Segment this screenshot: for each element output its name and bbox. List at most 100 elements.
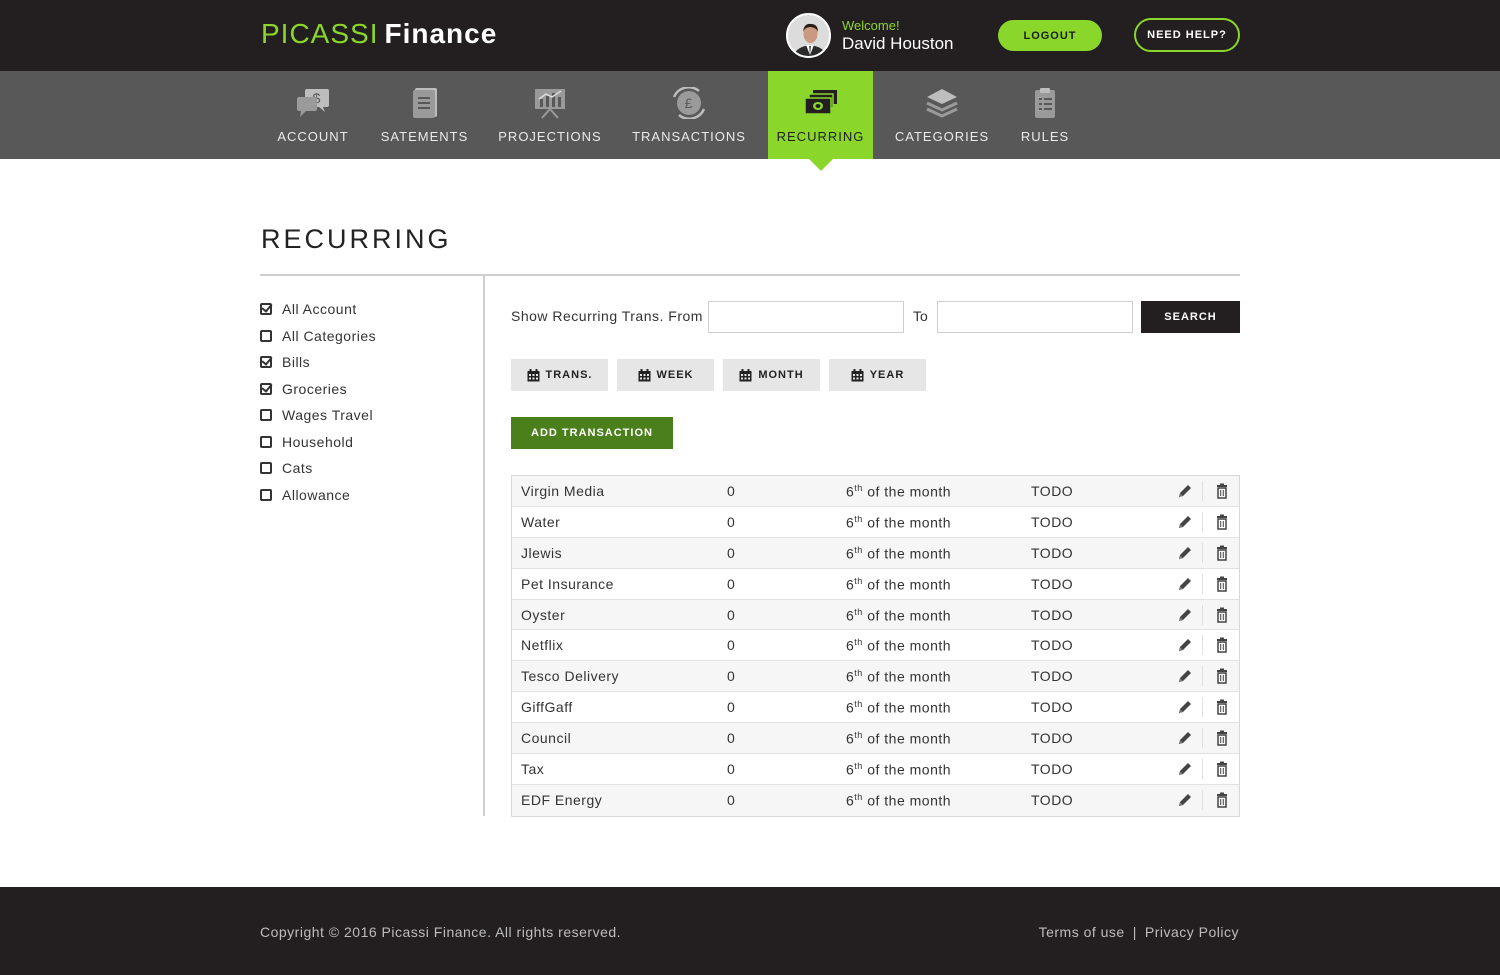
pencil-icon[interactable] (1177, 514, 1193, 530)
pencil-icon[interactable] (1177, 483, 1193, 499)
trash-icon[interactable] (1214, 576, 1230, 592)
transaction-name: Jlewis (521, 544, 563, 561)
trash-icon[interactable] (1214, 761, 1230, 777)
filter-bills[interactable]: Bills (260, 349, 470, 376)
terms-link[interactable]: Terms of use (1039, 924, 1125, 940)
pencil-icon[interactable] (1177, 545, 1193, 561)
logout-button[interactable]: LOGOUT (998, 20, 1102, 51)
filter-groceries[interactable]: Groceries (260, 376, 470, 403)
schedule-text: of the month (862, 669, 952, 685)
top-header: PICASSI Finance Welcome! David Houston LO… (0, 0, 1500, 71)
schedule-text: of the month (862, 699, 952, 716)
transaction-status: TODO (1031, 606, 1074, 623)
trash-icon[interactable] (1214, 699, 1230, 715)
nav-label: CATEGORIES (894, 129, 990, 144)
schedule-suffix: th (854, 668, 863, 679)
schedule-text: of the month (862, 761, 952, 778)
nav-statements[interactable]: SATEMENTS (376, 71, 473, 159)
checkbox-unchecked[interactable] (260, 462, 272, 475)
transaction-schedule: 6th of the month (846, 483, 951, 500)
privacy-link[interactable]: Privacy Policy (1145, 924, 1239, 940)
transaction-amount: 0 (727, 544, 736, 561)
pencil-icon[interactable] (1177, 730, 1193, 746)
pound-exchange-icon: £ (672, 87, 706, 119)
filter-label: Bills (282, 354, 311, 371)
schedule-suffix: th (854, 606, 863, 617)
transaction-schedule: 6th of the month (846, 792, 951, 809)
transaction-amount: 0 (727, 730, 736, 747)
sidebar-divider (483, 276, 485, 816)
nav-account[interactable]: $ ACCOUNT (265, 71, 361, 159)
trash-icon[interactable] (1214, 545, 1230, 561)
transaction-status: TODO (1031, 730, 1074, 747)
schedule-text: of the month (862, 607, 952, 624)
filter-wages-travel[interactable]: Wages Travel (260, 402, 470, 429)
pencil-icon[interactable] (1177, 637, 1193, 653)
add-transaction-button[interactable]: ADD TRANSACTION (511, 417, 673, 449)
filter-all-categories[interactable]: All Categories (260, 323, 470, 350)
filter-label: Cats (282, 460, 313, 477)
footer: Copyright © 2016 Picassi Finance. All ri… (0, 887, 1500, 975)
checkbox-unchecked[interactable] (260, 435, 272, 448)
need-help-button[interactable]: NEED HELP? (1134, 18, 1240, 52)
trash-icon[interactable] (1214, 792, 1230, 808)
filter-cats[interactable]: Cats (260, 455, 470, 482)
checkbox-checked[interactable] (260, 356, 272, 369)
date-to-input[interactable] (937, 301, 1133, 333)
nav-recurring[interactable]: RECURRING (768, 71, 873, 159)
trash-icon[interactable] (1214, 637, 1230, 654)
checkbox-checked[interactable] (260, 382, 272, 395)
checkbox-checked[interactable] (260, 303, 272, 316)
trash-icon[interactable] (1214, 607, 1230, 623)
transaction-schedule: 6th of the month (846, 545, 951, 562)
nav-transactions[interactable]: £ TRANSACTIONS (628, 71, 750, 159)
trash-icon[interactable] (1214, 668, 1230, 685)
pencil-icon[interactable] (1177, 792, 1193, 808)
svg-text:£: £ (685, 95, 694, 111)
range-trans-button[interactable]: TRANS. (511, 359, 608, 391)
transaction-schedule: 6th of the month (846, 637, 951, 654)
transaction-schedule: 6th of the month (846, 607, 951, 624)
checkbox-unchecked[interactable] (260, 409, 272, 422)
schedule-suffix: th (854, 575, 863, 586)
filter-all-account[interactable]: All Account (260, 296, 470, 323)
action-divider (1202, 789, 1203, 810)
presentation-chart-icon (535, 89, 565, 119)
schedule-suffix: th (854, 513, 863, 524)
filter-allowance[interactable]: Allowance (260, 482, 470, 509)
search-button[interactable]: SEARCH (1141, 301, 1240, 333)
transaction-status: TODO (1031, 791, 1074, 808)
pencil-icon[interactable] (1177, 576, 1193, 592)
main-nav: $ ACCOUNT SATEMENTS PROJECTIONS £ TRANSA… (0, 71, 1500, 159)
range-month-button[interactable]: MONTH (723, 359, 820, 391)
pencil-icon[interactable] (1177, 699, 1193, 715)
title-divider (260, 274, 1240, 276)
range-week-button[interactable]: WEEK (617, 359, 714, 391)
trash-icon[interactable] (1214, 514, 1230, 530)
filter-household[interactable]: Household (260, 429, 470, 456)
active-nav-pointer (809, 159, 833, 171)
trash-icon[interactable] (1214, 483, 1230, 499)
brand-logo[interactable]: PICASSI Finance (261, 18, 497, 50)
date-from-input[interactable] (708, 301, 904, 333)
user-avatar[interactable] (786, 13, 831, 58)
pencil-icon[interactable] (1177, 761, 1193, 777)
calendar-icon (527, 368, 540, 381)
transaction-name: EDF Energy (521, 791, 603, 808)
nav-projections[interactable]: PROJECTIONS (494, 71, 606, 159)
checkbox-unchecked[interactable] (260, 488, 272, 501)
transaction-amount: 0 (727, 668, 736, 685)
range-year-button[interactable]: YEAR (829, 359, 926, 391)
pencil-icon[interactable] (1177, 668, 1193, 684)
calendar-icon (739, 368, 752, 381)
nav-categories[interactable]: CATEGORIES (890, 71, 994, 159)
trash-icon[interactable] (1214, 730, 1230, 746)
transaction-status: TODO (1031, 544, 1074, 561)
transaction-status: TODO (1031, 668, 1074, 685)
action-divider (1202, 481, 1203, 501)
nav-rules[interactable]: RULES (1013, 71, 1077, 159)
pencil-icon[interactable] (1177, 607, 1193, 623)
action-divider (1202, 604, 1203, 625)
table-row: Tax 0 6th of the month TODO (512, 754, 1239, 785)
checkbox-unchecked[interactable] (260, 329, 272, 342)
